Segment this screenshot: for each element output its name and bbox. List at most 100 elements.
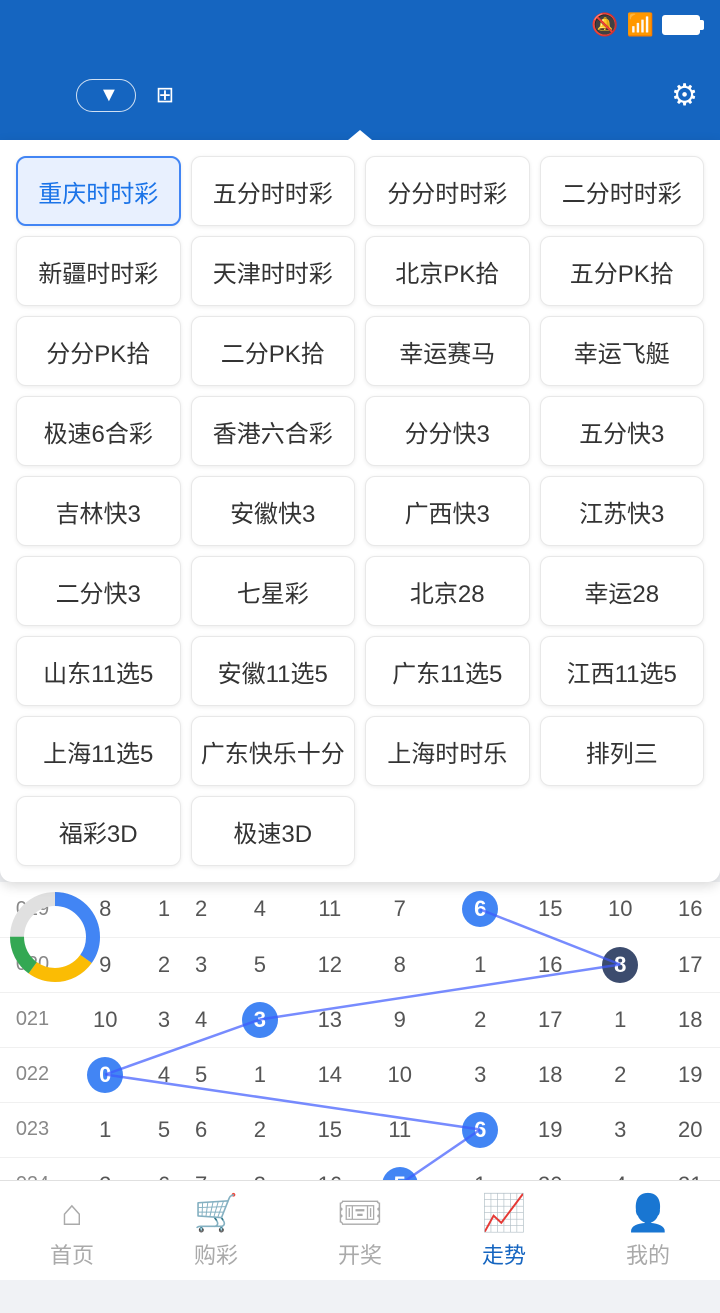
lottery-item-8[interactable]: 五分PK拾 [540,236,705,306]
lottery-item-18[interactable]: 安徽快3 [191,476,356,546]
lottery-item-28[interactable]: 江西11选5 [540,636,705,706]
row-id: 021 [0,992,65,1047]
wifi-icon: 📶 [627,12,654,38]
bottom-navigation: ⌂首页🛒购彩🎟开奖📈走势👤我的 [0,1180,720,1280]
lottery-item-32[interactable]: 排列三 [540,716,705,786]
lottery-item-19[interactable]: 广西快3 [365,476,530,546]
cell-0-7: 15 [521,882,580,937]
lottery-item-2[interactable]: 五分时时彩 [191,156,356,226]
lottery-item-10[interactable]: 二分PK拾 [191,316,356,386]
cell-2-2: 4 [183,992,220,1047]
nav-item-trend[interactable]: 📈走势 [432,1181,576,1280]
nav-item-home[interactable]: ⌂首页 [0,1181,144,1280]
lottery-item-21[interactable]: 二分快3 [16,556,181,626]
table-row: 02315621511619320 [0,1102,720,1157]
cell-2-4: 13 [300,992,359,1047]
bubble-020: 8 [602,947,638,983]
lottery-item-27[interactable]: 广东11选5 [365,636,530,706]
cell-1-6: 1 [440,937,521,992]
cell-2-7: 17 [521,992,580,1047]
lottery-item-15[interactable]: 分分快3 [365,396,530,466]
cell-3-0: 0 [65,1047,146,1102]
header-bar: ▼ ⊞ ⚙ [0,50,720,140]
row-id: 023 [0,1102,65,1157]
status-bar: 🔕 📶 [0,0,720,50]
cell-2-3: 3 [220,992,301,1047]
cell-4-9: 20 [660,1102,720,1157]
nav-item-mine[interactable]: 👤我的 [576,1181,720,1280]
table-row: 02110343139217118 [0,992,720,1047]
lottery-item-20[interactable]: 江苏快3 [540,476,705,546]
lottery-item-34[interactable]: 极速3D [191,796,356,866]
nav-item-lottery[interactable]: 🎟开奖 [288,1181,432,1280]
cell-4-6: 6 [440,1102,521,1157]
cell-3-7: 18 [521,1047,580,1102]
lottery-item-22[interactable]: 七星彩 [191,556,356,626]
buy-label: 购彩 [194,1238,238,1270]
nav-item-buy[interactable]: 🛒购彩 [144,1181,288,1280]
mine-label: 我的 [626,1238,670,1270]
cell-0-9: 16 [660,882,720,937]
bubble-023: 6 [462,1112,498,1148]
cell-2-5: 9 [360,992,441,1047]
dropdown-arrow-icon: ▼ [99,84,119,107]
bubble-021: 3 [242,1002,278,1038]
lottery-item-13[interactable]: 极速6合彩 [16,396,181,466]
play-method-dropdown[interactable]: ▼ [76,79,136,112]
cell-1-8: 8 [580,937,661,992]
lottery-item-16[interactable]: 五分快3 [540,396,705,466]
cell-1-7: 16 [521,937,580,992]
home-icon: ⌂ [61,1192,83,1234]
settings-icon: ⚙ [671,78,698,113]
cell-3-5: 10 [360,1047,441,1102]
cell-4-4: 15 [300,1102,359,1157]
lottery-item-25[interactable]: 山东11选5 [16,636,181,706]
lottery-item-26[interactable]: 安徽11选5 [191,636,356,706]
lottery-item-24[interactable]: 幸运28 [540,556,705,626]
cell-0-8: 10 [580,882,661,937]
cell-4-8: 3 [580,1102,661,1157]
cell-3-2: 5 [183,1047,220,1102]
lottery-item-5[interactable]: 新疆时时彩 [16,236,181,306]
panel-arrow [348,130,372,140]
cell-2-9: 18 [660,992,720,1047]
cell-4-7: 19 [521,1102,580,1157]
lottery-item-30[interactable]: 广东快乐十分 [191,716,356,786]
cell-0-2: 2 [183,882,220,937]
lottery-item-23[interactable]: 北京28 [365,556,530,626]
lottery-item-4[interactable]: 二分时时彩 [540,156,705,226]
lottery-item-7[interactable]: 北京PK拾 [365,236,530,306]
lottery-item-11[interactable]: 幸运赛马 [365,316,530,386]
cell-3-4: 14 [300,1047,359,1102]
lottery-item-12[interactable]: 幸运飞艇 [540,316,705,386]
back-button[interactable] [16,91,32,99]
lottery-type-button[interactable]: ⊞ [156,82,180,108]
lottery-item-31[interactable]: 上海时时乐 [365,716,530,786]
alarm-icon: 🔕 [591,12,618,38]
grid-icon: ⊞ [156,82,174,108]
lottery-item-14[interactable]: 香港六合彩 [191,396,356,466]
cell-3-6: 3 [440,1047,521,1102]
cell-3-1: 4 [146,1047,183,1102]
bubble-022: 0 [87,1057,123,1093]
cell-0-5: 7 [360,882,441,937]
lottery-item-1[interactable]: 重庆时时彩 [16,156,181,226]
cell-2-0: 10 [65,992,146,1047]
status-icons: 🔕 📶 [591,12,700,38]
helper-button[interactable]: ⚙ [671,78,704,113]
lottery-item-29[interactable]: 上海11选5 [16,716,181,786]
lottery-item-9[interactable]: 分分PK拾 [16,316,181,386]
cell-4-5: 11 [360,1102,441,1157]
cell-3-9: 19 [660,1047,720,1102]
bubble-019: 6 [462,891,498,927]
cell-1-1: 2 [146,937,183,992]
cell-1-2: 3 [183,937,220,992]
lottery-item-3[interactable]: 分分时时彩 [365,156,530,226]
cell-0-6: 6 [440,882,521,937]
lottery-item-33[interactable]: 福彩3D [16,796,181,866]
cell-1-3: 5 [220,937,301,992]
lottery-selection-panel: 重庆时时彩五分时时彩分分时时彩二分时时彩新疆时时彩天津时时彩北京PK拾五分PK拾… [0,140,720,882]
lottery-item-6[interactable]: 天津时时彩 [191,236,356,306]
lottery-item-17[interactable]: 吉林快3 [16,476,181,546]
cell-4-1: 5 [146,1102,183,1157]
